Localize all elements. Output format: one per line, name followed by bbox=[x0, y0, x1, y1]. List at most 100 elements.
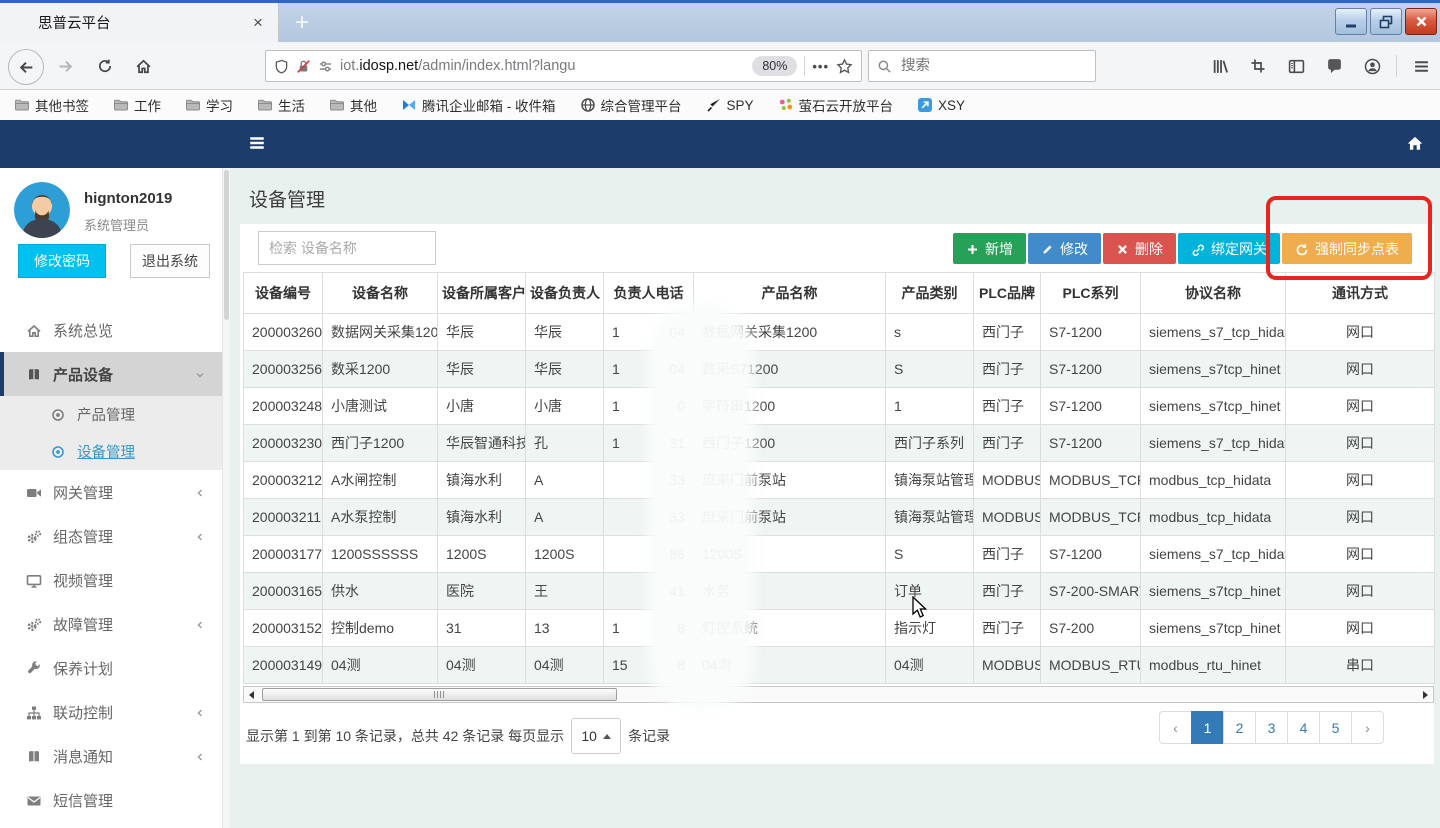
sidebar-item[interactable]: 联动控制 bbox=[0, 690, 222, 734]
tab-close-icon[interactable]: × bbox=[246, 11, 270, 35]
column-header[interactable]: PLC系列 bbox=[1041, 273, 1141, 314]
scrollbar-thumb[interactable] bbox=[262, 688, 617, 701]
scroll-left-arrow[interactable] bbox=[244, 687, 259, 702]
screenshot-icon[interactable] bbox=[1239, 49, 1277, 83]
menu-icon[interactable] bbox=[1402, 49, 1440, 83]
sidebar-subitem[interactable]: 设备管理 bbox=[0, 433, 222, 470]
table-row[interactable]: 20000314904测04测04测15804测04测MODBUSMODBUS_… bbox=[244, 647, 1435, 684]
page-number[interactable]: 1 bbox=[1191, 711, 1224, 744]
column-header[interactable]: 设备名称 bbox=[323, 273, 438, 314]
column-header[interactable]: 设备所属客户 bbox=[438, 273, 526, 314]
table-row[interactable]: 200003248小唐测试小唐小唐10字符串12001西门子S7-1200sie… bbox=[244, 388, 1435, 425]
column-header[interactable]: 产品类别 bbox=[886, 273, 974, 314]
column-header[interactable]: 设备负责人 bbox=[526, 273, 604, 314]
sidebar-item[interactable]: 系统总览 bbox=[0, 308, 222, 352]
page-number[interactable]: 2 bbox=[1223, 711, 1256, 744]
column-header[interactable]: 设备编号 bbox=[244, 273, 323, 314]
sidebar-item[interactable]: 车间管理 bbox=[0, 822, 222, 828]
sidebar-item[interactable]: 短信管理 bbox=[0, 778, 222, 822]
avatar[interactable] bbox=[14, 182, 70, 238]
browser-tab[interactable]: 思普云平台 × bbox=[0, 3, 279, 42]
messenger-icon[interactable] bbox=[1315, 49, 1353, 83]
sidebar-item[interactable]: 产品设备 bbox=[0, 352, 222, 396]
bookmark-item[interactable]: 生活 bbox=[257, 95, 305, 115]
url-text[interactable]: iot.idosp.net/admin/index.html?langu bbox=[340, 58, 745, 74]
bookmark-label: 综合管理平台 bbox=[601, 95, 682, 115]
sidebar-item[interactable]: 故障管理 bbox=[0, 602, 222, 646]
sidebar-toggle-icon[interactable] bbox=[248, 134, 266, 152]
bookmark-item[interactable]: 综合管理平台 bbox=[580, 95, 682, 115]
table-row[interactable]: 200003212A水闸控制镇海水利A33庶来门前泵站镇海泵站管理MODBUSM… bbox=[244, 462, 1435, 499]
tracking-shield-icon[interactable] bbox=[274, 59, 289, 74]
action-button-pencil[interactable]: 修改 bbox=[1028, 233, 1101, 264]
account-icon[interactable] bbox=[1353, 49, 1391, 83]
sidebar-item[interactable]: 视频管理 bbox=[0, 558, 222, 602]
window-close-button[interactable] bbox=[1405, 8, 1437, 35]
dot-circle-icon bbox=[50, 406, 66, 422]
device-search-input[interactable] bbox=[258, 231, 436, 265]
column-header[interactable]: 协议名称 bbox=[1141, 273, 1286, 314]
bookmark-item[interactable]: SPY bbox=[706, 97, 754, 113]
page-next[interactable]: › bbox=[1351, 711, 1384, 744]
tencent-mail-icon bbox=[401, 97, 417, 113]
permissions-icon[interactable] bbox=[318, 59, 333, 74]
table-cell: 04测 bbox=[526, 647, 604, 684]
column-header[interactable]: PLC品牌 bbox=[974, 273, 1041, 314]
table-cell: S7-1200 bbox=[1041, 351, 1141, 388]
browser-search-bar[interactable] bbox=[868, 50, 1096, 82]
page-size-select[interactable]: 10 bbox=[571, 718, 621, 754]
insecure-lock-icon[interactable] bbox=[296, 59, 311, 74]
sidebar-scrollbar[interactable] bbox=[222, 168, 230, 828]
bookmark-item[interactable]: 其他书签 bbox=[14, 95, 89, 115]
bookmark-item[interactable]: 萤石云开放平台 bbox=[778, 95, 894, 115]
page-number[interactable]: 5 bbox=[1319, 711, 1352, 744]
scroll-right-arrow[interactable] bbox=[1418, 687, 1433, 702]
back-button[interactable] bbox=[8, 49, 44, 85]
table-row[interactable]: 2000031771200SSSSSS1200S1200S881200SS西门子… bbox=[244, 536, 1435, 573]
reload-button[interactable] bbox=[88, 49, 122, 83]
bookmark-item[interactable]: XSY bbox=[917, 97, 965, 113]
table-cell: 西门子1200 bbox=[323, 425, 438, 462]
page-number[interactable]: 4 bbox=[1287, 711, 1320, 744]
window-restore-button[interactable] bbox=[1370, 8, 1402, 35]
bookmark-item[interactable]: 腾讯企业邮箱 - 收件箱 bbox=[401, 95, 556, 115]
table-row[interactable]: 200003211A水泵控制镇海水利A33庶来门前泵站镇海泵站管理MODBUSM… bbox=[244, 499, 1435, 536]
forward-button[interactable] bbox=[48, 49, 82, 83]
page-prev[interactable]: ‹ bbox=[1159, 711, 1192, 744]
sidebar-item[interactable]: 网关管理 bbox=[0, 470, 222, 514]
sidebar-item[interactable]: 保养计划 bbox=[0, 646, 222, 690]
logout-button[interactable]: 退出系统 bbox=[130, 244, 210, 278]
table-row[interactable]: 200003230西门子1200华辰智通科技孔131西门子1200西门子系列西门… bbox=[244, 425, 1435, 462]
sidebar-item[interactable]: 组态管理 bbox=[0, 514, 222, 558]
action-button-link[interactable]: 绑定网关 bbox=[1178, 233, 1280, 264]
zoom-level-badge[interactable]: 80% bbox=[752, 56, 797, 76]
new-tab-button[interactable]: + bbox=[286, 7, 318, 38]
window-minimize-button[interactable] bbox=[1335, 8, 1367, 35]
library-icon[interactable] bbox=[1201, 49, 1239, 83]
table-row[interactable]: 200003165供水医院王41水务订单西门子S7-200-SMARTsieme… bbox=[244, 573, 1435, 610]
bookmark-star-icon[interactable] bbox=[836, 58, 853, 75]
sidebar-subitem[interactable]: 产品管理 bbox=[0, 396, 222, 433]
bookmark-item[interactable]: 工作 bbox=[113, 95, 161, 115]
sidebar-scrollbar-thumb[interactable] bbox=[224, 170, 229, 320]
url-bar[interactable]: iot.idosp.net/admin/index.html?langu 80%… bbox=[265, 50, 862, 82]
sidebar-subitem-label: 设备管理 bbox=[77, 441, 135, 462]
home-button[interactable] bbox=[126, 49, 160, 83]
app-home-icon[interactable] bbox=[1406, 134, 1424, 152]
browser-search-input[interactable] bbox=[899, 57, 1090, 75]
table-row[interactable]: 200003256数采1200华辰华辰104数采S71200S西门子S7-120… bbox=[244, 351, 1435, 388]
sidebars-icon[interactable] bbox=[1277, 49, 1315, 83]
red-annotation-box bbox=[1266, 196, 1432, 280]
sidebar-item[interactable]: 消息通知 bbox=[0, 734, 222, 778]
bookmark-item[interactable]: 学习 bbox=[185, 95, 233, 115]
bookmark-item[interactable]: 其他 bbox=[329, 95, 377, 115]
page-actions-icon[interactable]: ••• bbox=[812, 59, 829, 74]
action-button-cross[interactable]: 删除 bbox=[1103, 233, 1176, 264]
table-cell: 王 bbox=[526, 573, 604, 610]
page-number[interactable]: 3 bbox=[1255, 711, 1288, 744]
action-button-plus[interactable]: 新增 bbox=[953, 233, 1026, 264]
horizontal-scrollbar[interactable] bbox=[243, 686, 1434, 703]
table-row[interactable]: 200003152控制demo311318灯控系统指示灯西门子S7-200sie… bbox=[244, 610, 1435, 647]
table-row[interactable]: 200003260数据网关采集1200华辰华辰104数据网关采集1200s西门子… bbox=[244, 314, 1435, 351]
change-password-button[interactable]: 修改密码 bbox=[18, 244, 106, 278]
